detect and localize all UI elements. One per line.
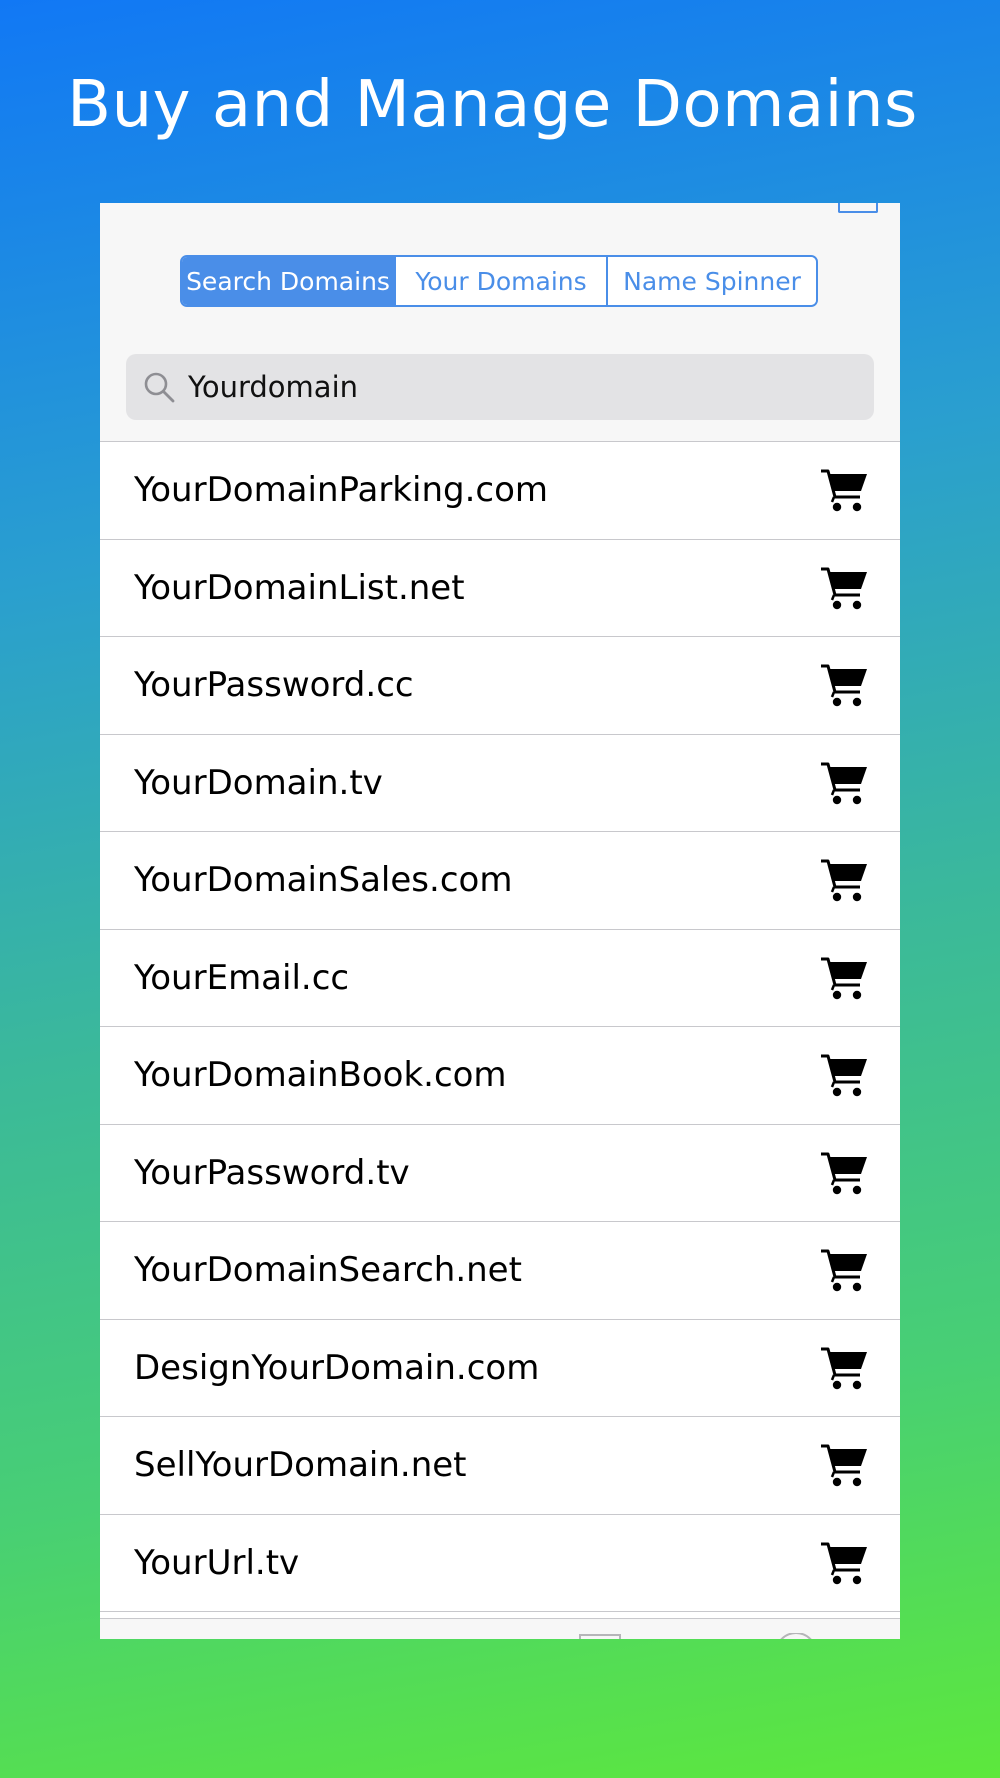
cart-icon[interactable] bbox=[820, 955, 868, 1001]
domain-name: YourDomainBook.com bbox=[134, 1055, 507, 1096]
domain-result-row[interactable]: YourDomainBook.com bbox=[100, 1027, 900, 1125]
domain-result-row[interactable]: YourDomainList.net bbox=[100, 539, 900, 637]
domain-results-list: YourDomainParking.com YourDomainList.net Y… bbox=[100, 442, 900, 1612]
search-icon bbox=[144, 372, 175, 403]
domain-name: YourDomain.tv bbox=[134, 762, 383, 803]
cart-icon[interactable] bbox=[820, 1442, 868, 1488]
domain-name: YourPassword.tv bbox=[134, 1152, 410, 1193]
domain-result-row[interactable]: YourUrl.tv bbox=[100, 1514, 900, 1612]
navigation-header: Search Domains Your Domains Name Spinner bbox=[100, 203, 900, 442]
cart-icon[interactable] bbox=[820, 467, 868, 513]
domain-result-row[interactable]: DesignYourDomain.com bbox=[100, 1319, 900, 1417]
domain-name: DesignYourDomain.com bbox=[134, 1347, 540, 1388]
domain-name: YourPassword.cc bbox=[134, 665, 414, 706]
segment-your-domains[interactable]: Your Domains bbox=[394, 257, 606, 305]
domain-name: YourDomainList.net bbox=[134, 567, 465, 608]
domain-name: YourDomainSales.com bbox=[134, 860, 513, 901]
cart-icon[interactable] bbox=[820, 857, 868, 903]
domain-name: YourEmail.cc bbox=[134, 957, 350, 998]
cart-icon[interactable] bbox=[820, 1345, 868, 1391]
cart-icon[interactable] bbox=[820, 1052, 868, 1098]
cart-icon[interactable] bbox=[820, 662, 868, 708]
domain-name: SellYourDomain.net bbox=[134, 1445, 467, 1486]
cart-icon[interactable] bbox=[820, 1540, 868, 1586]
domain-name: YourDomainSearch.net bbox=[134, 1250, 522, 1291]
account-tab-icon[interactable] bbox=[772, 1633, 820, 1639]
segmented-control: Search Domains Your Domains Name Spinner bbox=[180, 255, 818, 307]
domain-result-row[interactable]: YourDomainParking.com bbox=[100, 442, 900, 540]
search-bar[interactable] bbox=[126, 354, 874, 420]
domain-result-row[interactable]: YourEmail.cc bbox=[100, 929, 900, 1027]
domain-name: YourUrl.tv bbox=[134, 1542, 300, 1583]
segment-name-spinner[interactable]: Name Spinner bbox=[606, 257, 816, 305]
domain-result-row[interactable]: YourPassword.tv bbox=[100, 1124, 900, 1222]
app-screen: Search Domains Your Domains Name Spinner… bbox=[100, 203, 900, 1639]
cart-icon[interactable] bbox=[820, 1247, 868, 1293]
cart-icon[interactable] bbox=[820, 565, 868, 611]
domain-result-row[interactable]: SellYourDomain.net bbox=[100, 1417, 900, 1515]
cart-icon[interactable] bbox=[820, 760, 868, 806]
marketing-headline: Buy and Manage Domains bbox=[67, 68, 918, 142]
segment-search-domains[interactable]: Search Domains bbox=[182, 257, 394, 305]
domain-result-row[interactable]: YourPassword.cc bbox=[100, 637, 900, 735]
tab-bar bbox=[100, 1618, 900, 1639]
domain-result-row[interactable]: YourDomainSearch.net bbox=[100, 1222, 900, 1320]
nav-action-icon[interactable] bbox=[838, 203, 878, 213]
domain-name: YourDomainParking.com bbox=[134, 470, 548, 511]
domain-result-row[interactable]: YourDomainSales.com bbox=[100, 832, 900, 930]
domain-result-row[interactable]: YourDomain.tv bbox=[100, 734, 900, 832]
list-tab-icon[interactable] bbox=[578, 1633, 622, 1639]
home-tab-icon[interactable] bbox=[178, 1633, 208, 1639]
cart-icon[interactable] bbox=[820, 1150, 868, 1196]
search-input[interactable] bbox=[188, 370, 838, 404]
